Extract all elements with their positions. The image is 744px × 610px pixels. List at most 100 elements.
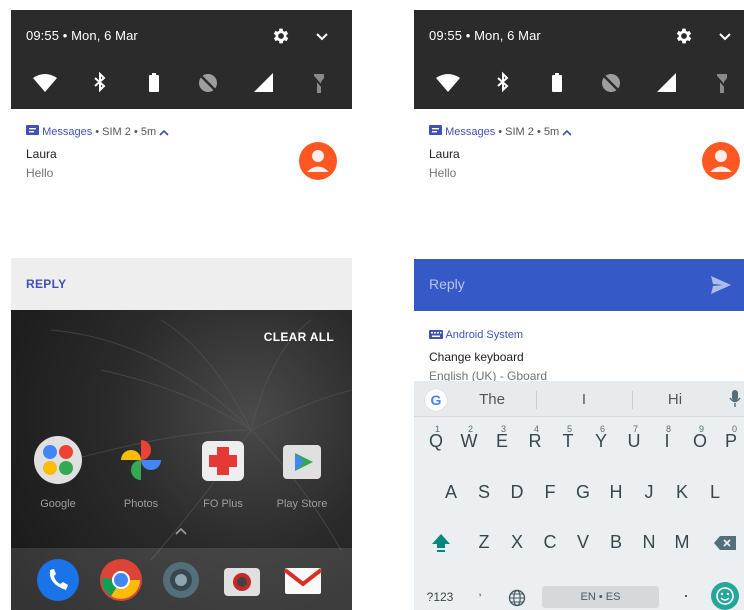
play-store-icon[interactable] xyxy=(277,435,327,485)
suggestion-2[interactable]: I xyxy=(549,391,619,408)
google-folder-icon[interactable] xyxy=(33,435,83,485)
key-h[interactable]: H xyxy=(601,472,631,512)
first-aid-icon[interactable] xyxy=(198,435,248,485)
bluetooth-icon[interactable] xyxy=(87,70,113,96)
battery-icon[interactable] xyxy=(141,70,167,96)
notification-header: Android System xyxy=(429,329,523,341)
app-label-play-store: Play Store xyxy=(276,498,328,510)
backspace-icon[interactable] xyxy=(708,522,742,562)
key-r[interactable]: 4R xyxy=(520,421,550,461)
settings-gear-icon[interactable] xyxy=(674,26,694,46)
key-b[interactable]: B xyxy=(601,522,631,562)
expand-chevron-down-icon[interactable] xyxy=(314,28,330,44)
reply-action-bar: REPLY xyxy=(11,258,352,310)
messages-notification[interactable]: Messages • SIM 2 • 5m Laura Hello xyxy=(414,109,744,259)
gboard-keyboard: G The I Hi 1Q 2W 3E 4R 5T 6Y 7U 8I 9O 0P… xyxy=(414,381,744,610)
settings-gear-icon[interactable] xyxy=(271,26,291,46)
emoji-smiley-icon[interactable] xyxy=(711,582,739,610)
left-phone-screen: 09:55 • Mon, 6 Mar Messages • SIM 2 • 5m… xyxy=(11,10,352,610)
send-icon[interactable] xyxy=(710,275,732,295)
collapse-chevron-up-icon[interactable] xyxy=(159,129,169,137)
wifi-icon[interactable] xyxy=(435,70,461,96)
key-w[interactable]: 2W xyxy=(454,421,484,461)
key-p[interactable]: 0P xyxy=(718,421,744,461)
key-o[interactable]: 9O xyxy=(685,421,715,461)
camera-settings-icon[interactable] xyxy=(159,558,203,602)
notification-header: Messages • SIM 2 • 5m xyxy=(26,125,169,139)
status-time-date: 09:55 • Mon, 6 Mar xyxy=(429,28,541,43)
key-f[interactable]: F xyxy=(535,472,565,512)
collapse-chevron-up-icon[interactable] xyxy=(562,129,572,137)
suggestion-3[interactable]: Hi xyxy=(640,391,710,408)
reply-input[interactable]: Reply xyxy=(429,276,465,292)
key-k[interactable]: K xyxy=(667,472,697,512)
notification-meta: • SIM 2 • 5m xyxy=(92,126,160,138)
key-x[interactable]: X xyxy=(502,522,532,562)
key-j[interactable]: J xyxy=(634,472,664,512)
key-q[interactable]: 1Q xyxy=(421,421,451,461)
suggestion-strip: G The I Hi xyxy=(414,381,744,417)
messages-app-icon xyxy=(429,125,442,135)
key-v[interactable]: V xyxy=(568,522,598,562)
key-s[interactable]: S xyxy=(469,472,499,512)
expand-chevron-down-icon[interactable] xyxy=(717,28,733,44)
key-z[interactable]: Z xyxy=(469,522,499,562)
space-bar[interactable]: EN • ES xyxy=(542,586,659,608)
quick-settings-shade: 09:55 • Mon, 6 Mar xyxy=(11,10,352,109)
notification-app-name: Messages xyxy=(42,126,93,138)
suggestion-1[interactable]: The xyxy=(457,391,527,408)
key-u[interactable]: 7U xyxy=(619,421,649,461)
notification-meta: • SIM 2 • 5m xyxy=(495,126,563,138)
key-a[interactable]: A xyxy=(436,472,466,512)
notification-title: Change keyboard xyxy=(429,350,524,364)
notification-header: Messages • SIM 2 • 5m xyxy=(429,125,572,139)
microphone-icon[interactable] xyxy=(728,389,742,409)
flashlight-off-icon[interactable] xyxy=(709,70,735,96)
dock xyxy=(11,548,352,610)
key-e[interactable]: 3E xyxy=(487,421,517,461)
app-label-fo-plus: FO Plus xyxy=(203,498,243,510)
suggestion-divider xyxy=(632,391,633,409)
phone-icon[interactable] xyxy=(36,558,80,602)
key-t[interactable]: 5T xyxy=(553,421,583,461)
flashlight-off-icon[interactable] xyxy=(306,70,332,96)
reply-button[interactable]: REPLY xyxy=(26,277,66,291)
mobile-signal-icon[interactable] xyxy=(251,70,277,96)
key-m[interactable]: M xyxy=(667,522,697,562)
key-y[interactable]: 6Y xyxy=(586,421,616,461)
key-d[interactable]: D xyxy=(502,472,532,512)
google-g-icon[interactable]: G xyxy=(425,389,447,411)
do-not-disturb-off-icon[interactable] xyxy=(195,70,221,96)
android-system-notification[interactable]: Android System Change keyboard English (… xyxy=(414,311,744,383)
clear-all-button[interactable]: CLEAR ALL xyxy=(264,330,334,344)
battery-icon[interactable] xyxy=(544,70,570,96)
notification-message: Hello xyxy=(429,166,457,180)
language-globe-icon[interactable] xyxy=(502,577,532,610)
wifi-icon[interactable] xyxy=(32,70,58,96)
mobile-signal-icon[interactable] xyxy=(654,70,680,96)
key-g[interactable]: G xyxy=(568,472,598,512)
photos-icon[interactable] xyxy=(116,435,166,485)
suggestion-divider xyxy=(536,391,537,409)
camera-icon[interactable] xyxy=(220,558,264,602)
app-drawer-caret-up-icon[interactable] xyxy=(174,523,188,535)
do-not-disturb-off-icon[interactable] xyxy=(598,70,624,96)
quick-settings-row xyxy=(414,70,744,98)
symbols-key[interactable]: ?123 xyxy=(420,577,460,610)
notification-app-name: Messages xyxy=(445,126,496,138)
notification-sender: Laura xyxy=(429,147,460,161)
gmail-icon[interactable] xyxy=(281,558,325,602)
home-wallpaper: CLEAR ALL Google Photos FO Plus Play Sto… xyxy=(11,310,352,610)
shift-key-icon[interactable] xyxy=(426,522,456,562)
key-i[interactable]: 8I xyxy=(652,421,682,461)
key-c[interactable]: C xyxy=(535,522,565,562)
key-n[interactable]: N xyxy=(634,522,664,562)
notification-sender: Laura xyxy=(26,147,57,161)
period-key[interactable]: . xyxy=(676,571,696,610)
notification-app-name: Android System xyxy=(445,329,524,341)
bluetooth-icon[interactable] xyxy=(490,70,516,96)
comma-key[interactable]: , xyxy=(470,571,490,610)
chrome-icon[interactable] xyxy=(99,558,143,602)
key-l[interactable]: L xyxy=(700,472,730,512)
keyboard-icon xyxy=(429,330,443,339)
